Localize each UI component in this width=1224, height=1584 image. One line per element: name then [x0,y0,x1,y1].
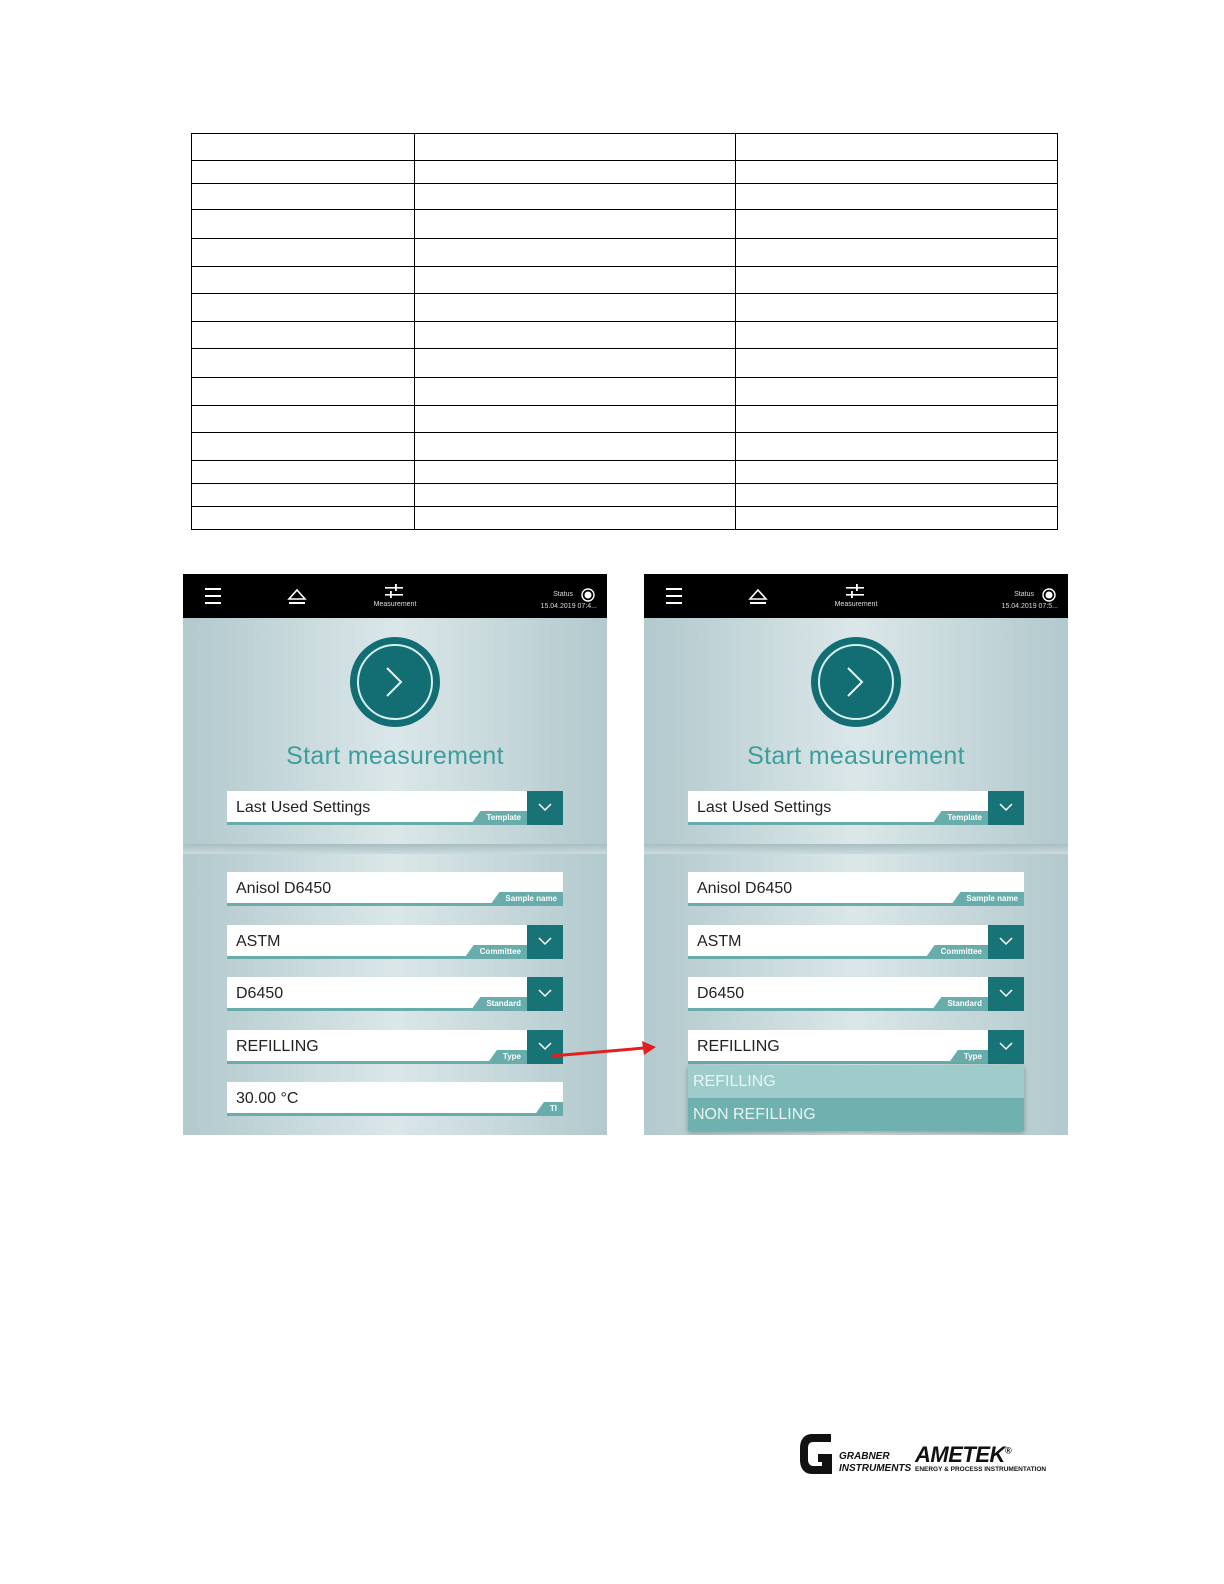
standard-value: D6450 [236,985,284,1002]
sample-name-field[interactable]: Anisol D6450 Sample name [688,872,1024,906]
table-row [191,432,1058,461]
section-divider [644,844,1068,854]
status-label: Status [1014,591,1034,598]
sample-name-tag: Sample name [950,892,1024,906]
template-dropdown-button[interactable] [527,791,563,825]
temperature-field[interactable]: 30.00 °C TI [227,1082,563,1116]
eject-icon[interactable] [748,588,768,606]
chevron-down-icon [538,989,552,998]
sample-name-value: Anisol D6450 [236,880,332,897]
committee-select[interactable]: ASTM Committee [688,925,1024,959]
table-row [191,459,1058,485]
sample-name-value: Anisol D6450 [697,880,793,897]
table-row [191,182,1058,211]
red-arrow-icon [551,1041,656,1058]
top-bar: Measurement Status 15.04.2019 07:4... [183,574,607,618]
table-row [191,159,1058,184]
top-bar: Measurement Status 15.04.2019 07:5... [644,574,1068,618]
standard-select[interactable]: D6450 Standard [227,977,563,1011]
type-select[interactable]: REFILLING Type [227,1030,563,1064]
chevron-down-icon [538,937,552,946]
table-row [191,404,1058,434]
section-divider [183,844,607,854]
type-tag: Type [486,1050,527,1064]
type-value: REFILLING [697,1038,780,1055]
table-row [191,238,1058,267]
template-tag: Template [470,811,527,825]
template-dropdown-button[interactable] [988,791,1024,825]
template-select[interactable]: Last Used Settings Template [688,791,1024,825]
status-icon[interactable] [581,588,595,602]
eject-icon[interactable] [287,588,307,606]
page-title: Start measurement [286,742,504,770]
committee-value: ASTM [236,933,281,950]
chevron-down-icon [538,803,552,812]
template-select[interactable]: Last Used Settings Template [227,791,563,825]
standard-dropdown-button[interactable] [527,977,563,1011]
standard-tag: Standard [931,997,988,1011]
start-measurement-button[interactable] [811,637,901,727]
standard-value: D6450 [697,985,745,1002]
page-title: Start measurement [747,742,965,770]
committee-tag: Committee [463,945,527,959]
grabner-logo-icon [800,1434,832,1474]
table-row [191,209,1058,240]
start-measurement-button[interactable] [350,637,440,727]
chevron-down-icon [999,989,1013,998]
table-row [191,133,1058,161]
grabner-logo-text: GRABNER INSTRUMENTS [839,1451,912,1474]
sliders-icon[interactable] [385,584,403,598]
device-screen-right: Measurement Status 15.04.2019 07:5... St… [644,574,1068,1135]
standard-dropdown-button[interactable] [988,977,1024,1011]
status-label: Status [553,591,573,598]
chevron-down-icon [999,937,1013,946]
standard-select[interactable]: D6450 Standard [688,977,1024,1011]
menu-icon[interactable] [205,588,221,604]
table-row [191,265,1058,295]
table-row [191,320,1058,350]
empty-table [191,133,1058,530]
table-row [191,377,1058,406]
standard-tag: Standard [470,997,527,1011]
type-select[interactable]: REFILLING Type [688,1030,1024,1064]
template-tag: Template [931,811,988,825]
ametek-subtitle: ENERGY & PROCESS INSTRUMENTATION [915,1466,1047,1473]
temperature-value: 30.00 °C [236,1090,299,1107]
menu-icon[interactable] [666,588,682,604]
table-row [191,348,1058,379]
status-time: 15.04.2019 07:4... [540,603,597,610]
type-tag: Type [947,1050,988,1064]
template-value: Last Used Settings [236,799,371,816]
sample-name-tag: Sample name [489,892,563,906]
committee-value: ASTM [697,933,742,950]
committee-dropdown-button[interactable] [527,925,563,959]
type-option-refilling[interactable]: REFILLING [688,1065,1024,1098]
chevron-right-icon [386,667,403,697]
chevron-right-icon [847,667,864,697]
sliders-icon[interactable] [846,584,864,598]
device-screen-left: Measurement Status 15.04.2019 07:4... St… [183,574,607,1135]
sample-name-field[interactable]: Anisol D6450 Sample name [227,872,563,906]
type-dropdown-button[interactable] [988,1030,1024,1064]
ametek-logo: AMETEK® [915,1442,1012,1467]
chevron-down-icon [999,1042,1013,1051]
type-dropdown-list: REFILLING NON REFILLING [688,1065,1024,1131]
temperature-tag: TI [533,1102,563,1116]
committee-select[interactable]: ASTM Committee [227,925,563,959]
template-value: Last Used Settings [697,799,832,816]
table-row [191,505,1058,530]
type-option-non-refilling[interactable]: NON REFILLING [688,1098,1024,1131]
table-row [191,483,1058,507]
type-value: REFILLING [236,1038,319,1055]
committee-tag: Committee [924,945,988,959]
status-icon[interactable] [1042,588,1056,602]
chevron-down-icon [999,803,1013,812]
committee-dropdown-button[interactable] [988,925,1024,959]
nav-label-measurement[interactable]: Measurement [804,601,908,608]
table-row [191,293,1058,322]
status-time: 15.04.2019 07:5... [1001,603,1058,610]
nav-label-measurement[interactable]: Measurement [343,601,447,608]
